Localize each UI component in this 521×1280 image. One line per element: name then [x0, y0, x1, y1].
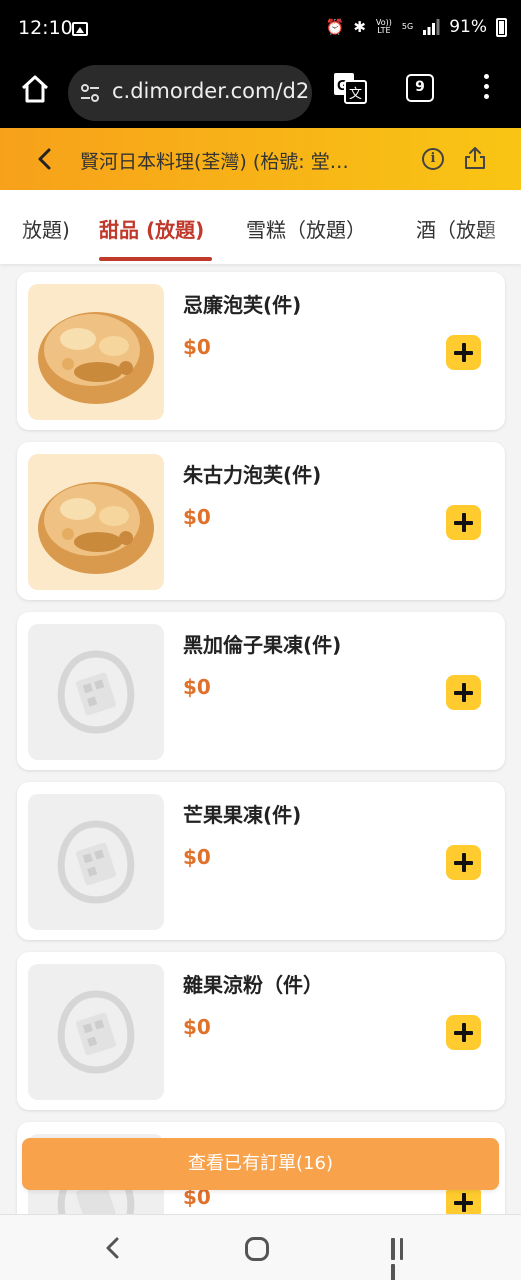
translate-icon[interactable]: G文	[333, 72, 367, 104]
menu-item-name: 芒果果凍(件)	[183, 803, 302, 827]
share-icon[interactable]	[464, 146, 486, 170]
alarm-icon: ⏰	[325, 17, 345, 36]
add-item-button[interactable]	[446, 505, 481, 540]
menu-item-card[interactable]: 黑加倫子果凍(件) $0	[17, 612, 505, 770]
menu-item-name: 黑加倫子果凍(件)	[183, 633, 342, 657]
more-menu-icon[interactable]	[484, 74, 490, 102]
cream-puff-image	[28, 454, 164, 590]
url-text[interactable]: c.dimorder.com/d2	[112, 79, 309, 103]
bluetooth-icon: ✱	[353, 17, 366, 36]
menu-item-card[interactable]: 芒果果凍(件) $0	[17, 782, 505, 940]
cream-puff-image	[28, 284, 164, 420]
view-orders-button[interactable]: 查看已有訂單(16)	[22, 1138, 499, 1190]
nav-back-icon[interactable]	[104, 1237, 120, 1259]
status-icons: ⏰ ✱ Vo)) LTE 5G 91%	[326, 17, 507, 37]
placeholder-image-icon	[28, 794, 164, 930]
tab-switcher-button[interactable]: 9	[406, 74, 434, 102]
site-settings-icon[interactable]	[80, 83, 100, 103]
category-tabs: 放題) 甜品 (放題) 雪糕（放題） 酒（放題	[0, 190, 521, 264]
menu-item-price: $0	[183, 335, 211, 359]
address-bar[interactable]: c.dimorder.com/d2	[68, 65, 312, 121]
menu-item-list[interactable]: 忌廉泡芙(件) $0 朱古力泡芙(件) $0 黑加倫子果凍(件) $0 芒果果凍…	[0, 264, 521, 1214]
status-time: 12:10	[18, 17, 73, 39]
battery-percent: 91%	[449, 17, 487, 37]
placeholder-image-icon	[28, 624, 164, 760]
info-icon[interactable]: i	[422, 148, 444, 170]
menu-item-name: 朱古力泡芙(件)	[183, 463, 322, 487]
svg-text:文: 文	[349, 87, 362, 102]
network-type-icon: 5G	[401, 22, 414, 31]
add-item-button[interactable]	[446, 675, 481, 710]
app-header: 賢河日本料理(荃灣) (枱號: 堂… i	[0, 128, 521, 190]
tab-ice-cream[interactable]: 雪糕（放題）	[246, 214, 366, 243]
menu-item-name: 忌廉泡芙(件)	[183, 293, 302, 317]
placeholder-image-icon	[28, 964, 164, 1100]
browser-toolbar: c.dimorder.com/d2 G文 9	[0, 60, 521, 128]
add-item-button[interactable]	[446, 1015, 481, 1050]
tab-desserts[interactable]: 甜品 (放題)	[99, 214, 204, 243]
menu-item-price: $0	[183, 1015, 211, 1039]
restaurant-title: 賢河日本料理(荃灣) (枱號: 堂…	[80, 151, 349, 173]
back-arrow-icon[interactable]	[34, 147, 54, 171]
battery-icon	[496, 17, 507, 37]
active-tab-indicator	[99, 257, 212, 261]
system-navigation-bar	[0, 1214, 521, 1280]
nav-recent-apps-icon[interactable]	[391, 1238, 415, 1280]
menu-item-price: $0	[183, 505, 211, 529]
home-icon[interactable]	[20, 74, 50, 104]
gallery-notification-icon	[72, 22, 88, 36]
add-item-button[interactable]	[446, 335, 481, 370]
volte-icon: Vo)) LTE	[375, 18, 392, 35]
menu-item-name: 雜果涼粉（件）	[183, 973, 323, 997]
menu-item-card[interactable]: 忌廉泡芙(件) $0	[17, 272, 505, 430]
menu-item-price: $0	[183, 845, 211, 869]
nav-home-icon[interactable]	[245, 1237, 269, 1261]
menu-item-card[interactable]: 雜果涼粉（件） $0	[17, 952, 505, 1110]
menu-item-price: $0	[183, 675, 211, 699]
signal-icon	[423, 19, 440, 35]
status-bar: 12:10 ⏰ ✱ Vo)) LTE 5G 91%	[0, 0, 521, 60]
menu-item-card[interactable]: 朱古力泡芙(件) $0	[17, 442, 505, 600]
add-item-button[interactable]	[446, 845, 481, 880]
